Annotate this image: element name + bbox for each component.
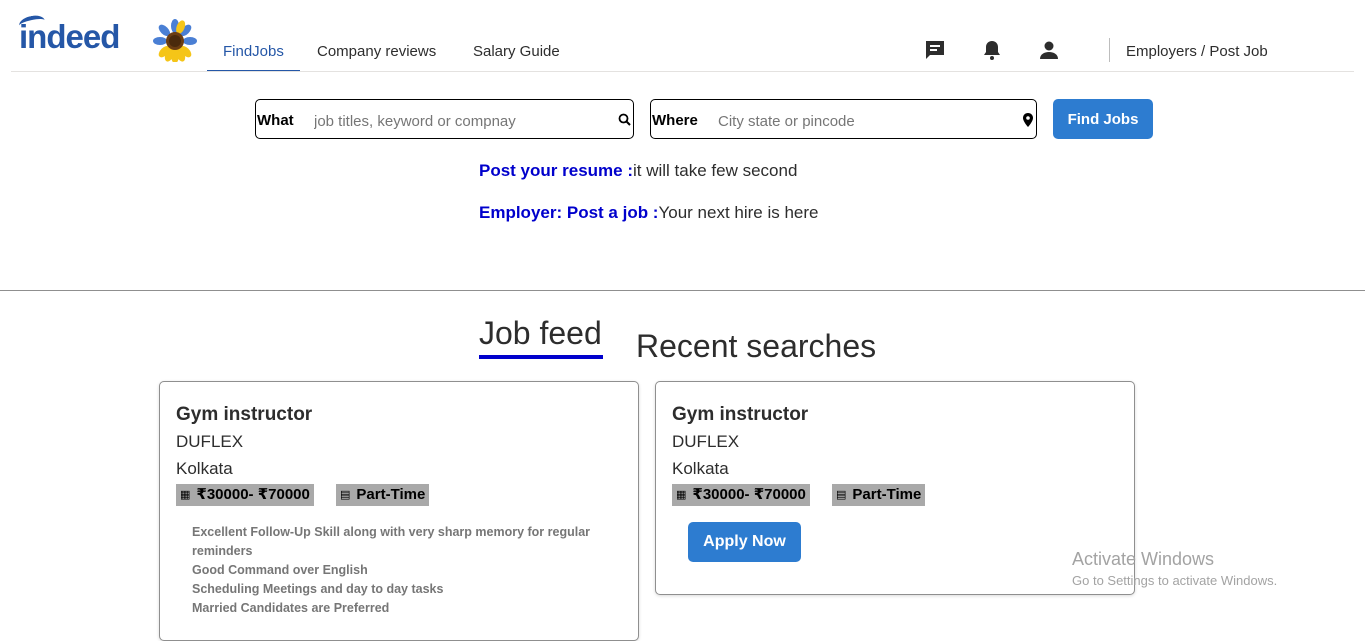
description-item: Excellent Follow-Up Skill along with ver… xyxy=(192,525,591,558)
post-resume-link[interactable]: Post your resume : xyxy=(479,161,633,180)
job-type-text: Part-Time xyxy=(356,486,426,503)
job-card[interactable]: Gym instructor DUFLEX Kolkata ▦ ₹30000- ₹… xyxy=(159,381,639,641)
job-type-badge: ▤ Part-Time xyxy=(832,484,926,506)
post-job-text: Your next hire is here xyxy=(658,203,819,222)
watermark-subtitle: Go to Settings to activate Windows. xyxy=(1072,573,1278,588)
salary-badge: ▦ ₹30000- ₹70000 xyxy=(672,484,810,506)
schedule-icon: ▤ xyxy=(340,489,351,501)
header-divider xyxy=(11,71,1354,72)
where-input[interactable] xyxy=(716,108,1015,134)
money-icon: ▦ xyxy=(180,489,191,501)
active-tab-indicator xyxy=(479,355,603,359)
salary-text: ₹30000- ₹70000 xyxy=(692,486,806,503)
tab-recent-searches[interactable]: Recent searches xyxy=(636,328,876,365)
what-label: What xyxy=(257,112,294,129)
description-item: Scheduling Meetings and day to day tasks xyxy=(192,582,444,596)
where-search-box[interactable]: Where xyxy=(650,99,1037,139)
apply-now-button[interactable]: Apply Now xyxy=(688,522,801,562)
nav-find-jobs[interactable]: FindJobs xyxy=(223,43,284,60)
salary-badge: ▦ ₹30000- ₹70000 xyxy=(176,484,314,506)
description-item: Good Command over English xyxy=(192,563,368,577)
job-type-text: Part-Time xyxy=(852,486,922,503)
job-description: Excellent Follow-Up Skill along with ver… xyxy=(192,523,622,618)
job-type-badge: ▤ Part-Time xyxy=(336,484,430,506)
post-resume-text: it will take few second xyxy=(633,161,798,180)
what-search-box[interactable]: What xyxy=(255,99,634,139)
sunflower-icon xyxy=(153,19,197,62)
message-icon[interactable] xyxy=(923,38,947,62)
where-label: Where xyxy=(652,112,698,129)
section-divider xyxy=(0,290,1365,291)
nav-salary-guide[interactable]: Salary Guide xyxy=(473,43,560,60)
company-name: DUFLEX xyxy=(672,432,740,451)
salary-text: ₹30000- ₹70000 xyxy=(196,486,310,503)
search-icon xyxy=(618,113,631,126)
schedule-icon: ▤ xyxy=(836,489,847,501)
post-job-link[interactable]: Employer: Post a job : xyxy=(479,203,658,222)
nav-company-reviews[interactable]: Company reviews xyxy=(317,43,436,60)
post-resume-promo: Post your resume :it will take few secon… xyxy=(479,161,797,181)
header-separator xyxy=(1109,38,1110,62)
what-input[interactable] xyxy=(312,108,616,134)
job-location: Kolkata xyxy=(176,459,233,478)
job-title[interactable]: Gym instructor xyxy=(176,404,312,426)
money-icon: ▦ xyxy=(676,489,687,501)
bell-icon[interactable] xyxy=(980,38,1004,62)
job-location: Kolkata xyxy=(672,459,729,478)
company-name: DUFLEX xyxy=(176,432,244,451)
indeed-logo[interactable]: indeed xyxy=(19,18,120,56)
watermark-title: Activate Windows xyxy=(1072,549,1215,569)
activate-windows-watermark: Activate Windows Go to Settings to activ… xyxy=(1072,549,1277,588)
job-card[interactable]: Gym instructor DUFLEX Kolkata ▦ ₹30000- ₹… xyxy=(655,381,1135,595)
tab-job-feed[interactable]: Job feed xyxy=(479,315,602,352)
description-item: Married Candidates are Preferred xyxy=(192,601,390,615)
location-pin-icon xyxy=(1023,113,1033,127)
find-jobs-button[interactable]: Find Jobs xyxy=(1053,99,1153,139)
employers-post-job-link[interactable]: Employers / Post Job xyxy=(1126,43,1268,60)
post-job-promo: Employer: Post a job :Your next hire is … xyxy=(479,203,819,223)
job-title[interactable]: Gym instructor xyxy=(672,404,808,426)
user-icon[interactable] xyxy=(1037,38,1061,62)
